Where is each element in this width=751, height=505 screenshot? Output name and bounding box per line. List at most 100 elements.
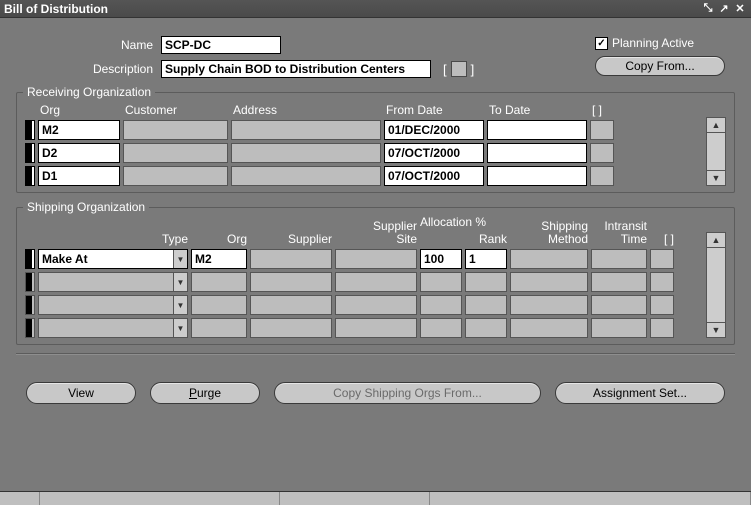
ship-site-cell[interactable] xyxy=(335,295,417,315)
chevron-down-icon[interactable]: ▼ xyxy=(173,296,187,314)
name-label: Name xyxy=(16,38,161,52)
ship-alloc-cell[interactable] xyxy=(420,249,462,269)
ship-type-cell[interactable]: ▼ xyxy=(38,249,188,269)
ship-hdr-org: Org xyxy=(227,233,247,246)
ship-scrollbar[interactable]: ▲ ▼ xyxy=(706,216,726,338)
ship-org-cell[interactable] xyxy=(191,249,247,269)
recv-org-cell[interactable] xyxy=(38,120,120,140)
recv-from-cell[interactable] xyxy=(384,120,484,140)
description-input[interactable] xyxy=(161,60,431,78)
recv-flag-cell[interactable] xyxy=(590,120,614,140)
ship-site-cell[interactable] xyxy=(335,318,417,338)
copy-shipping-orgs-button[interactable]: Copy Shipping Orgs From... xyxy=(274,382,541,404)
recv-address-cell[interactable] xyxy=(231,166,381,186)
shipping-group: Shipping Organization Type xyxy=(16,207,735,345)
ship-time-cell[interactable] xyxy=(591,249,647,269)
ship-site-cell[interactable] xyxy=(335,272,417,292)
name-input[interactable] xyxy=(161,36,281,54)
ship-flag-cell[interactable] xyxy=(650,249,674,269)
recv-address-cell[interactable] xyxy=(231,120,381,140)
bracket-left: [ xyxy=(443,62,447,77)
row-marker[interactable] xyxy=(25,120,35,140)
ship-time-cell[interactable] xyxy=(591,295,647,315)
ship-hdr-supplier: Supplier xyxy=(288,233,332,246)
recv-hdr-customer: Customer xyxy=(123,101,228,117)
top-right-controls: ✓ Planning Active Copy From... xyxy=(595,36,725,76)
ship-supplier-cell[interactable] xyxy=(250,318,332,338)
recv-address-cell[interactable] xyxy=(231,143,381,163)
recv-hdr-flag: [ ] xyxy=(590,101,614,117)
ship-rank-cell[interactable] xyxy=(465,272,507,292)
minimize-icon[interactable]: ⤡ xyxy=(701,2,715,16)
recv-customer-cell[interactable] xyxy=(123,120,228,140)
scroll-thumb[interactable] xyxy=(706,248,726,322)
recv-org-cell[interactable] xyxy=(38,143,120,163)
assignment-set-button[interactable]: Assignment Set... xyxy=(555,382,725,404)
planning-active-checkbox[interactable]: ✓ xyxy=(595,37,608,50)
recv-flag-cell[interactable] xyxy=(590,143,614,163)
row-marker[interactable] xyxy=(25,249,35,269)
ship-alloc-cell[interactable] xyxy=(420,318,462,338)
row-marker[interactable] xyxy=(25,295,35,315)
ship-type-cell[interactable]: ▼ xyxy=(38,318,188,338)
scroll-down-icon[interactable]: ▼ xyxy=(706,170,726,186)
ship-method-cell[interactable] xyxy=(510,295,588,315)
button-bar: View Purge Copy Shipping Orgs From... As… xyxy=(16,382,735,404)
scroll-up-icon[interactable]: ▲ xyxy=(706,232,726,248)
d-flag-box[interactable] xyxy=(451,61,467,77)
purge-button[interactable]: Purge xyxy=(150,382,260,404)
ship-supplier-cell[interactable] xyxy=(250,249,332,269)
recv-customer-cell[interactable] xyxy=(123,143,228,163)
ship-flag-cell[interactable] xyxy=(650,318,674,338)
recv-to-cell[interactable] xyxy=(487,166,587,186)
ship-method-cell[interactable] xyxy=(510,272,588,292)
recv-to-cell[interactable] xyxy=(487,120,587,140)
ship-org-cell[interactable] xyxy=(191,318,247,338)
ship-flag-cell[interactable] xyxy=(650,295,674,315)
ship-time-cell[interactable] xyxy=(591,272,647,292)
chevron-down-icon[interactable]: ▼ xyxy=(173,273,187,291)
scroll-thumb[interactable] xyxy=(706,133,726,170)
ship-supplier-cell[interactable] xyxy=(250,295,332,315)
description-label: Description xyxy=(16,62,161,76)
ship-alloc-cell[interactable] xyxy=(420,295,462,315)
ship-hdr-site: Supplier Site xyxy=(335,216,417,246)
row-marker[interactable] xyxy=(25,166,35,186)
view-button[interactable]: View xyxy=(26,382,136,404)
ship-supplier-cell[interactable] xyxy=(250,272,332,292)
shipping-legend: Shipping Organization xyxy=(23,200,149,214)
row-marker[interactable] xyxy=(25,143,35,163)
ship-type-cell[interactable]: ▼ xyxy=(38,272,188,292)
recv-flag-cell[interactable] xyxy=(590,166,614,186)
planning-active-row: ✓ Planning Active xyxy=(595,36,694,50)
ship-method-cell[interactable] xyxy=(510,318,588,338)
ship-rank-cell[interactable] xyxy=(465,249,507,269)
recv-from-cell[interactable] xyxy=(384,166,484,186)
ship-time-cell[interactable] xyxy=(591,318,647,338)
recv-to-cell[interactable] xyxy=(487,143,587,163)
ship-type-cell[interactable]: ▼ xyxy=(38,295,188,315)
chevron-down-icon[interactable]: ▼ xyxy=(173,250,187,268)
ship-flag-cell[interactable] xyxy=(650,272,674,292)
ship-rank-cell[interactable] xyxy=(465,295,507,315)
row-marker[interactable] xyxy=(25,318,35,338)
ship-rank-cell[interactable] xyxy=(465,318,507,338)
recv-hdr-org: Org xyxy=(38,101,120,117)
recv-from-cell[interactable] xyxy=(384,143,484,163)
copy-from-button[interactable]: Copy From... xyxy=(595,56,725,76)
ship-org-cell[interactable] xyxy=(191,272,247,292)
recv-customer-cell[interactable] xyxy=(123,166,228,186)
ship-org-cell[interactable] xyxy=(191,295,247,315)
recv-org-cell[interactable] xyxy=(38,166,120,186)
chevron-down-icon[interactable]: ▼ xyxy=(173,319,187,337)
row-marker[interactable] xyxy=(25,272,35,292)
recv-scrollbar[interactable]: ▲ ▼ xyxy=(706,101,726,186)
ship-method-cell[interactable] xyxy=(510,249,588,269)
ship-site-cell[interactable] xyxy=(335,249,417,269)
ship-alloc-cell[interactable] xyxy=(420,272,462,292)
scroll-up-icon[interactable]: ▲ xyxy=(706,117,726,133)
ship-hdr-type: Type xyxy=(162,233,188,246)
restore-icon[interactable]: ↗ xyxy=(717,2,731,16)
close-icon[interactable]: ✕ xyxy=(733,2,747,16)
scroll-down-icon[interactable]: ▼ xyxy=(706,322,726,338)
